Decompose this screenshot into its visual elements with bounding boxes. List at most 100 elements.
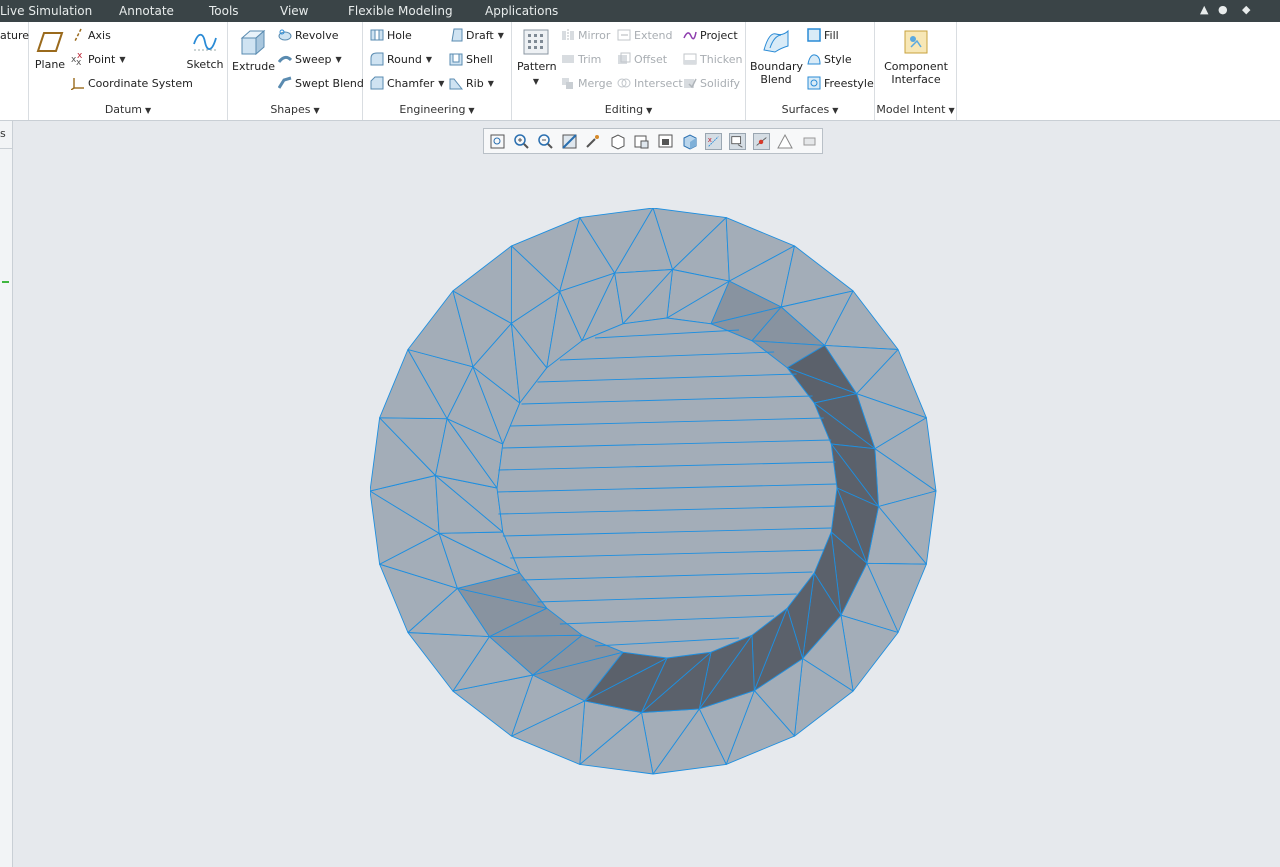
- perspective-view-icon[interactable]: [657, 133, 674, 150]
- coordinate-system-label: Coordinate System: [88, 76, 193, 90]
- extend-label: Extend: [634, 28, 673, 42]
- draft-button[interactable]: Draft ▼: [449, 28, 504, 42]
- section-display-icon[interactable]: [801, 133, 818, 150]
- axis-button[interactable]: Axis: [71, 28, 111, 42]
- intersect-button[interactable]: Intersect: [617, 76, 683, 90]
- plane-icon: [36, 32, 64, 52]
- spin-center-display-icon[interactable]: [753, 133, 770, 150]
- style-button[interactable]: Style: [807, 52, 852, 66]
- pattern-button[interactable]: Pattern ▼: [517, 28, 557, 88]
- display-style-icon[interactable]: [681, 133, 698, 150]
- fill-button[interactable]: Fill: [807, 28, 839, 42]
- sweep-dropdown-icon[interactable]: ▼: [336, 55, 342, 64]
- datum-group-label[interactable]: Datum ▼: [29, 103, 227, 116]
- shapes-group-label[interactable]: Shapes ▼: [228, 103, 362, 116]
- help-icon[interactable]: ◆: [1242, 3, 1250, 16]
- surfaces-group-label[interactable]: Surfaces ▼: [746, 103, 874, 116]
- mesh-model[interactable]: [370, 208, 940, 776]
- simulation-display-icon[interactable]: [777, 133, 794, 150]
- trim-button[interactable]: Trim: [561, 52, 601, 66]
- model-tree-divider: [0, 148, 12, 149]
- style-icon: [807, 54, 821, 65]
- zoom-in-icon[interactable]: [513, 133, 530, 150]
- view-manager-icon[interactable]: [633, 133, 650, 150]
- merge-icon: [562, 78, 573, 89]
- group-shapes: Extrude Revolve Sweep ▼ Swept Blend Shape…: [228, 22, 364, 120]
- menu-live-simulation[interactable]: Live Simulation: [0, 4, 92, 18]
- mirror-button[interactable]: Mirror: [561, 28, 610, 42]
- pattern-dropdown-icon[interactable]: ▼: [517, 75, 555, 88]
- chamfer-button[interactable]: Chamfer ▼: [370, 76, 444, 90]
- editing-label-text: Editing: [604, 103, 644, 116]
- component-interface-button[interactable]: Component Interface: [879, 28, 953, 86]
- menu-flexible-modeling[interactable]: Flexible Modeling: [348, 4, 453, 18]
- component-interface-label-2: Interface: [891, 73, 941, 86]
- thicken-button[interactable]: Thicken: [683, 52, 743, 66]
- sweep-button[interactable]: Sweep ▼: [278, 52, 342, 66]
- axis-label: Axis: [88, 28, 111, 42]
- plane-label: Plane: [34, 58, 66, 71]
- boundary-blend-button[interactable]: Boundary Blend: [750, 28, 803, 86]
- hole-label: Hole: [387, 28, 412, 42]
- boundary-blend-label-1: Boundary: [750, 60, 803, 73]
- component-interface-label-1: Component: [884, 60, 948, 73]
- point-button[interactable]: xxx Point ▼: [71, 52, 125, 66]
- round-dropdown-icon[interactable]: ▼: [426, 55, 432, 64]
- project-button[interactable]: Project: [683, 28, 738, 42]
- revolve-button[interactable]: Revolve: [278, 28, 339, 42]
- datum-label-text: Datum: [104, 103, 143, 116]
- merge-label: Merge: [578, 76, 613, 90]
- solidify-button[interactable]: Solidify: [683, 76, 740, 90]
- shell-button[interactable]: Shell: [449, 52, 493, 66]
- merge-button[interactable]: Merge: [561, 76, 612, 90]
- menu-view[interactable]: View: [280, 4, 308, 18]
- model-intent-dropdown-icon: ▼: [948, 106, 955, 115]
- coordinate-system-button[interactable]: Coordinate System: [71, 76, 193, 90]
- menu-tools[interactable]: Tools: [209, 4, 239, 18]
- solidify-label: Solidify: [700, 76, 741, 90]
- plane-button[interactable]: Plane: [34, 30, 66, 71]
- swept-blend-label: Swept Blend: [295, 76, 364, 90]
- intersect-icon: [617, 78, 631, 88]
- saved-orientations-icon[interactable]: [609, 133, 626, 150]
- rib-button[interactable]: Rib ▼: [449, 76, 494, 90]
- extend-button[interactable]: Extend: [617, 28, 673, 42]
- sketch-label: Sketch: [186, 58, 224, 71]
- freestyle-button[interactable]: Freestyle: [807, 76, 874, 90]
- model-tree-tab[interactable]: s: [0, 127, 6, 140]
- annotation-display-icon[interactable]: [729, 133, 746, 150]
- datum-display-filters-icon[interactable]: x: [705, 133, 722, 150]
- hole-button[interactable]: Hole: [370, 28, 412, 42]
- model-intent-group-label[interactable]: Model Intent ▼: [875, 103, 956, 116]
- menu-annotate[interactable]: Annotate: [119, 4, 174, 18]
- partial-feature-label[interactable]: ature: [0, 29, 29, 42]
- chamfer-dropdown-icon[interactable]: ▼: [438, 79, 444, 88]
- menu-applications[interactable]: Applications: [485, 4, 558, 18]
- offset-button[interactable]: Offset: [617, 52, 667, 66]
- mirror-label: Mirror: [578, 28, 611, 42]
- zoom-out-icon[interactable]: [537, 133, 554, 150]
- swept-blend-button[interactable]: Swept Blend: [278, 76, 364, 90]
- round-label: Round: [387, 52, 422, 66]
- extend-icon: [617, 29, 631, 41]
- spin-center-icon[interactable]: [585, 133, 602, 150]
- trim-icon: [562, 55, 574, 63]
- round-icon: [370, 52, 384, 66]
- group-engineering: Hole Round ▼ Chamfer ▼ Draft ▼ Shell Rib ▼ E…: [363, 22, 512, 120]
- repaint-icon[interactable]: [561, 133, 578, 150]
- engineering-group-label[interactable]: Engineering ▼: [363, 103, 511, 116]
- refit-icon[interactable]: [489, 133, 506, 150]
- round-button[interactable]: Round ▼: [370, 52, 432, 66]
- revolve-icon: [278, 29, 292, 41]
- collapse-ribbon-icon[interactable]: ▲: [1200, 3, 1208, 16]
- model-tree-strip[interactable]: s: [0, 121, 13, 867]
- point-dropdown-icon[interactable]: ▼: [119, 55, 125, 64]
- rib-dropdown-icon[interactable]: ▼: [488, 79, 494, 88]
- sketch-button[interactable]: Sketch: [186, 30, 224, 71]
- draft-dropdown-icon[interactable]: ▼: [498, 31, 504, 40]
- user-icon[interactable]: ●: [1218, 3, 1228, 16]
- editing-group-label[interactable]: Editing ▼: [512, 103, 745, 116]
- component-interface-icon: [904, 30, 928, 54]
- ribbon: ature Plane Axis xxx Point ▼ Coordinate S…: [0, 22, 1280, 121]
- extrude-button[interactable]: Extrude: [232, 28, 275, 73]
